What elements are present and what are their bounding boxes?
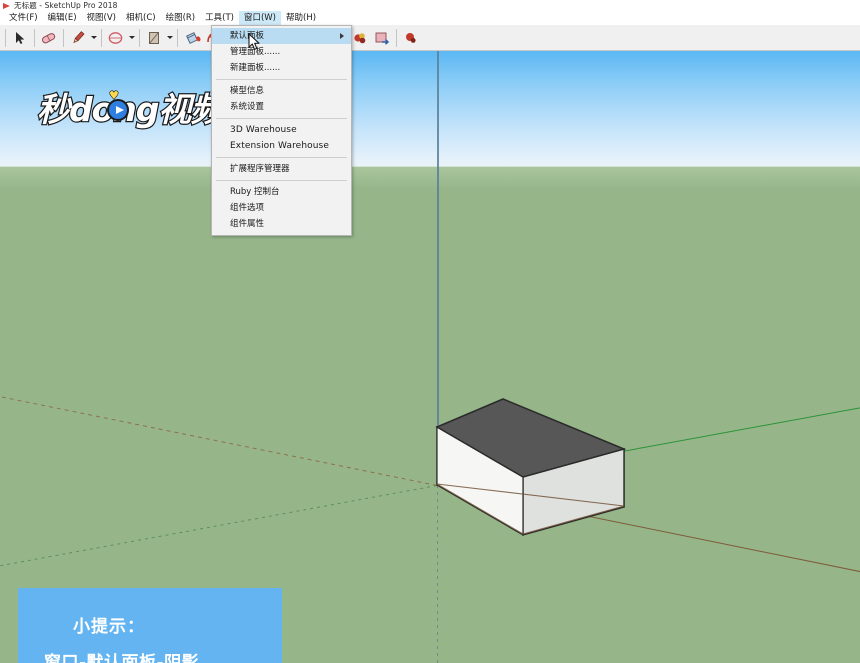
toolbar-separator: [63, 28, 64, 47]
menu-camera[interactable]: 相机(C): [121, 11, 161, 25]
menu-item-model-info[interactable]: 模型信息: [212, 83, 351, 99]
pushpull-dropdown-arrow-icon[interactable]: [165, 27, 174, 49]
window-menu-dropdown: 默认面板 管理面板...... 新建面板...... 模型信息 系统设置 3D …: [211, 25, 352, 236]
window-title: 无标题 - SketchUp Pro 2018: [14, 1, 118, 10]
select-arrow-icon[interactable]: [9, 27, 31, 49]
menu-item-component-attributes[interactable]: 组件属性: [212, 216, 351, 232]
menu-separator: [216, 180, 347, 181]
toolbar-separator: [139, 28, 140, 47]
menu-separator: [216, 118, 347, 119]
shapes-dropdown-arrow-icon[interactable]: [127, 27, 136, 49]
menu-help[interactable]: 帮助(H): [281, 11, 321, 25]
toolbar-separator: [34, 28, 35, 47]
paint-bucket-icon[interactable]: [181, 27, 203, 49]
sky-background: [0, 51, 860, 168]
toolbar-separator: [101, 28, 102, 47]
menu-item-new-tray[interactable]: 新建面板......: [212, 60, 351, 76]
pencil-dropdown-arrow-icon[interactable]: [89, 27, 98, 49]
shadow-settings-icon[interactable]: [400, 27, 422, 49]
toolbar-separator: [396, 28, 397, 47]
menu-item-manage-trays[interactable]: 管理面板......: [212, 44, 351, 60]
menu-separator: [216, 157, 347, 158]
eraser-icon[interactable]: [38, 27, 60, 49]
tip-title: 小提示：: [73, 617, 145, 637]
tip-overlay-box: 小提示： 窗口-默认面板-阴影: [18, 588, 282, 663]
axis-blue-negative: [437, 485, 438, 663]
menu-separator: [216, 79, 347, 80]
menu-item-preferences[interactable]: 系统设置: [212, 99, 351, 115]
push-pull-icon[interactable]: [143, 27, 165, 49]
3d-viewport[interactable]: 秒dong视频 ♥ 小提示： 窗口-默认面板-阴影: [0, 51, 860, 663]
menu-item-default-tray[interactable]: 默认面板: [212, 28, 351, 44]
component-import-icon[interactable]: [371, 27, 393, 49]
menu-tools[interactable]: 工具(T): [200, 11, 239, 25]
pencil-line-icon[interactable]: [67, 27, 89, 49]
toolbar-separator: [5, 28, 6, 47]
menu-window[interactable]: 窗口(W): [238, 11, 281, 25]
menu-item-extension-manager[interactable]: 扩展程序管理器: [212, 161, 351, 177]
menu-bar: 文件(F) 编辑(E) 视图(V) 相机(C) 绘图(R) 工具(T) 窗口(W…: [0, 11, 860, 25]
sketchup-logo-icon: [3, 2, 11, 10]
toolbar-separator: [177, 28, 178, 47]
sketchup-application-window: 无标题 - SketchUp Pro 2018 文件(F) 编辑(E) 视图(V…: [0, 0, 860, 663]
ground-horizon-fade: [0, 167, 860, 189]
menu-item-component-options[interactable]: 组件选项: [212, 200, 351, 216]
menu-file[interactable]: 文件(F): [4, 11, 43, 25]
menu-item-extension-warehouse[interactable]: Extension Warehouse: [212, 138, 351, 154]
menu-item-ruby-console[interactable]: Ruby 控制台: [212, 184, 351, 200]
shapes-circle-icon[interactable]: [105, 27, 127, 49]
main-toolbar: [0, 25, 860, 51]
menu-item-label: 默认面板: [230, 31, 265, 41]
tip-body: 窗口-默认面板-阴影: [44, 653, 200, 663]
menu-item-3d-warehouse[interactable]: 3D Warehouse: [212, 122, 351, 138]
horizon-line: [0, 166, 860, 167]
component-edit-icon[interactable]: [349, 27, 371, 49]
chevron-right-icon: [340, 33, 344, 39]
menu-edit[interactable]: 编辑(E): [43, 11, 82, 25]
menu-draw[interactable]: 绘图(R): [161, 11, 201, 25]
menu-view[interactable]: 视图(V): [82, 11, 121, 25]
axis-blue: [437, 51, 439, 485]
title-bar: 无标题 - SketchUp Pro 2018: [0, 0, 860, 11]
